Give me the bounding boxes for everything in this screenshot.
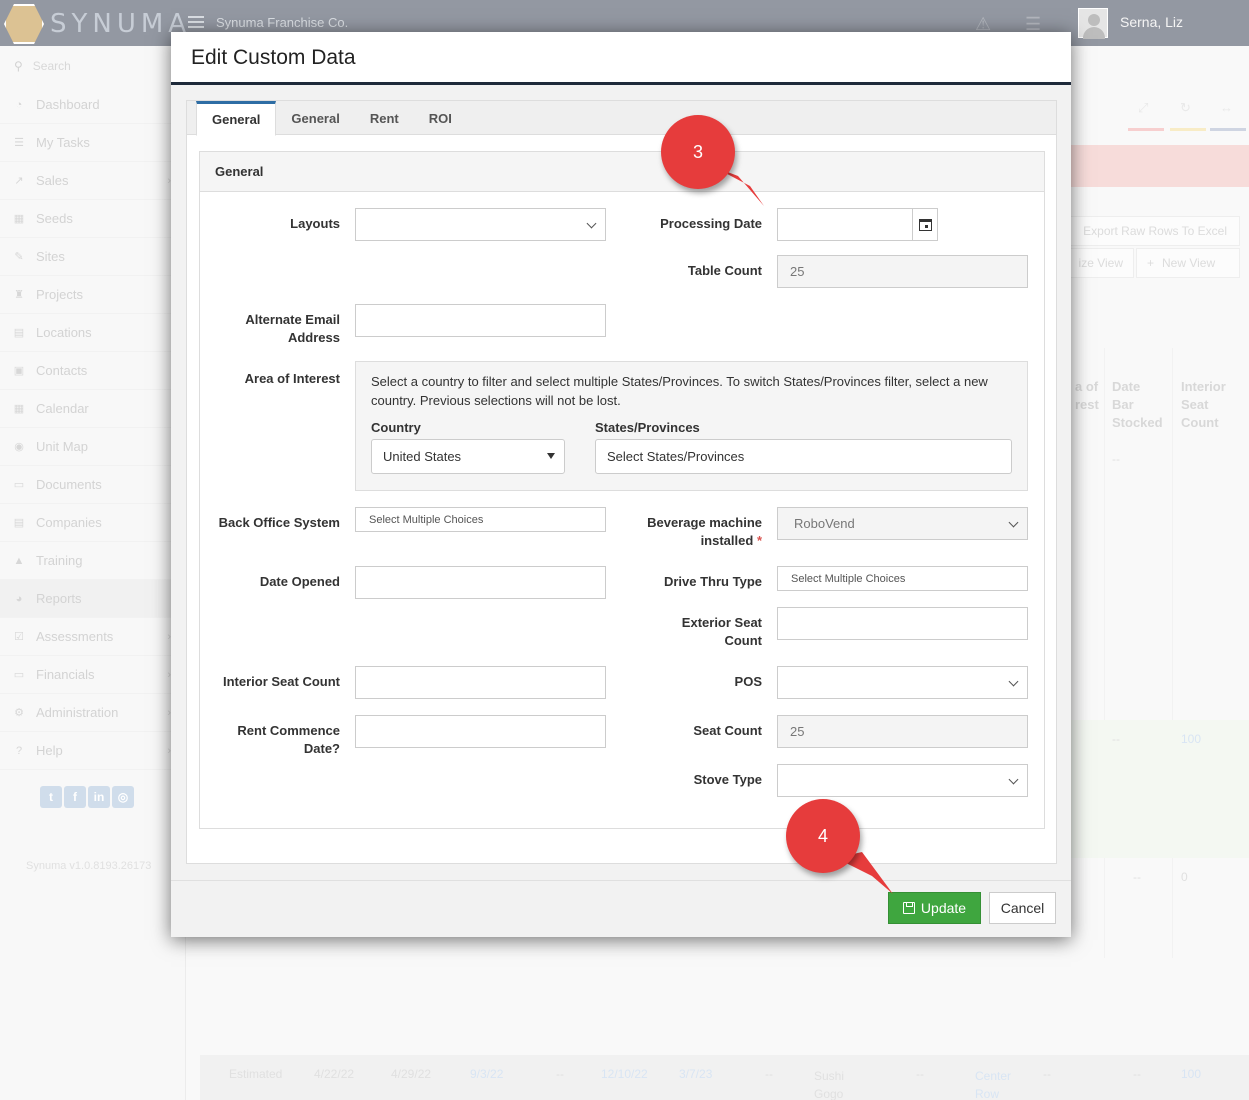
date-opened-label: Date Opened — [259, 574, 340, 589]
chevron-down-icon — [1008, 774, 1019, 785]
back-office-multiselect[interactable]: Select Multiple Choices — [355, 507, 606, 532]
area-of-interest-box: Select a country to filter and select mu… — [355, 361, 1028, 491]
update-button[interactable]: Update — [888, 892, 981, 924]
cancel-button[interactable]: Cancel — [989, 892, 1056, 924]
chevron-down-icon — [586, 218, 597, 229]
tab-general-2[interactable]: General — [276, 101, 354, 135]
states-placeholder: Select States/Provinces — [607, 449, 745, 464]
country-label: Country — [371, 420, 421, 435]
back-office-placeholder: Select Multiple Choices — [369, 513, 484, 526]
edit-custom-data-modal: Edit Custom Data General General Rent RO… — [171, 32, 1071, 937]
tab-bar: General General Rent ROI — [187, 101, 1056, 136]
exterior-seat-count-label: Exterior Seat Count — [681, 615, 762, 648]
back-office-label: Back Office System — [218, 515, 340, 530]
country-value: United States — [383, 449, 462, 464]
beverage-machine-value: RoboVend — [794, 516, 855, 531]
calendar-icon — [918, 218, 932, 231]
layouts-select[interactable] — [355, 208, 606, 241]
stove-type-label: Stove Type — [693, 772, 762, 787]
general-panel: General Layouts Processing Date Table Co… — [199, 151, 1045, 829]
modal-header: Edit Custom Data — [171, 32, 1071, 85]
seat-count-label: Seat Count — [693, 723, 762, 738]
caret-down-icon — [547, 453, 555, 459]
chevron-down-icon — [1008, 676, 1019, 687]
pos-select[interactable] — [777, 666, 1028, 699]
layouts-label: Layouts — [290, 216, 340, 231]
pos-label: POS — [734, 674, 762, 689]
required-marker: * — [756, 533, 762, 548]
area-of-interest-label: Area of Interest — [244, 371, 340, 386]
area-of-interest-description: Select a country to filter and select mu… — [371, 374, 988, 408]
beverage-machine-label: Beverage machine installed * — [620, 514, 762, 550]
seat-count-input[interactable]: 25 — [777, 715, 1028, 748]
date-opened-input[interactable] — [355, 566, 606, 599]
modal-footer: Update Cancel — [171, 880, 1071, 937]
drive-thru-multiselect[interactable]: Select Multiple Choices — [777, 566, 1028, 591]
panel-title: General — [200, 152, 1044, 192]
chevron-down-icon — [1008, 517, 1019, 528]
interior-seat-count-input[interactable] — [355, 666, 606, 699]
processing-date-label: Processing Date — [660, 216, 762, 231]
table-count-label: Table Count — [687, 263, 762, 278]
drive-thru-placeholder: Select Multiple Choices — [791, 572, 906, 585]
interior-seat-count-label: Interior Seat Count — [222, 674, 340, 689]
country-select[interactable]: United States — [371, 439, 565, 474]
processing-date-input[interactable] — [777, 208, 938, 241]
update-label: Update — [920, 900, 967, 916]
table-count-input[interactable]: 25 — [777, 255, 1028, 288]
drive-thru-label: Drive Thru Type — [663, 574, 762, 589]
rent-commence-label: Rent Commence Date? — [237, 723, 340, 756]
rent-commence-input[interactable] — [355, 715, 606, 748]
modal-title: Edit Custom Data — [191, 46, 356, 69]
alternate-email-input[interactable] — [355, 304, 606, 337]
callout-badge-4: 4 — [786, 799, 860, 873]
states-multiselect[interactable]: Select States/Provinces — [595, 439, 1012, 474]
alternate-email-label: Alternate Email Address — [245, 312, 340, 345]
tab-rent[interactable]: Rent — [355, 101, 414, 135]
calendar-button[interactable] — [912, 209, 937, 240]
callout-badge-3: 3 — [661, 115, 735, 189]
tab-container: General General Rent ROI General Layouts… — [186, 100, 1057, 864]
beverage-machine-select[interactable]: RoboVend — [777, 507, 1028, 540]
exterior-seat-count-input[interactable] — [777, 607, 1028, 640]
stove-type-select[interactable] — [777, 764, 1028, 797]
tab-general[interactable]: General — [196, 101, 277, 136]
beverage-machine-label-text: Beverage machine installed — [647, 515, 762, 548]
states-label: States/Provinces — [595, 420, 700, 435]
floppy-disk-icon — [902, 902, 915, 914]
tab-roi[interactable]: ROI — [414, 101, 467, 135]
